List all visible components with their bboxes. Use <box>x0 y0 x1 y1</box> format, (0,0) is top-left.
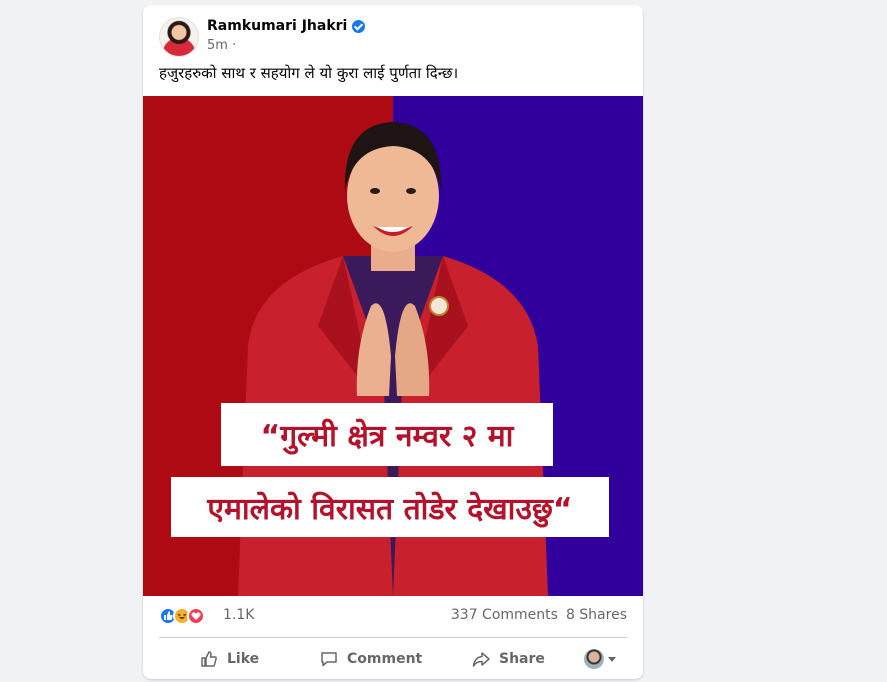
comment-icon <box>321 652 337 667</box>
reaction-audience-selector[interactable] <box>584 642 616 676</box>
post-caption: हजुरहरुको साथ र सहयोग ले यो कुरा लाई पुर… <box>159 64 459 82</box>
share-button[interactable]: Share <box>471 642 545 676</box>
thumbs-up-icon <box>201 651 217 667</box>
author-avatar[interactable] <box>159 17 199 57</box>
like-label: Like <box>227 651 260 667</box>
quote-line-2: एमालेको विरासत तोडेर देखाउछु“ <box>171 477 609 537</box>
post-header: Ramkumari Jhakri 5m · <box>159 17 627 59</box>
share-icon <box>472 652 490 667</box>
comment-label: Comment <box>347 651 423 667</box>
author-name-row: Ramkumari Jhakri <box>207 18 366 34</box>
post-stats: 1.1K 337 Comments 8 Shares <box>159 603 627 629</box>
love-icon <box>187 607 205 625</box>
author-name[interactable]: Ramkumari Jhakri <box>207 18 347 34</box>
comment-button[interactable]: Comment <box>319 642 422 676</box>
reaction-icons[interactable] <box>159 607 205 625</box>
divider <box>159 637 627 638</box>
post-time[interactable]: 5m · <box>207 38 236 53</box>
quote-line-1: “गुल्मी क्षेत्र नम्वर २ मा <box>221 403 553 466</box>
viewer-avatar <box>584 649 604 669</box>
shares-count[interactable]: 8 Shares <box>566 607 627 623</box>
comment-share-counts: 337 Comments 8 Shares <box>451 607 627 623</box>
post-image[interactable]: “गुल्मी क्षेत्र नम्वर २ मा एमालेको विरास… <box>143 96 643 596</box>
share-label: Share <box>499 651 545 667</box>
post-card: Ramkumari Jhakri 5m · हजुरहरुको साथ र सह… <box>143 5 643 679</box>
like-button[interactable]: Like <box>199 642 259 676</box>
verified-badge-icon <box>352 19 366 33</box>
chevron-down-icon <box>608 656 616 662</box>
post-actions: Like Comment Share <box>159 642 627 676</box>
comments-count[interactable]: 337 Comments <box>451 607 558 623</box>
reaction-count[interactable]: 1.1K <box>223 607 254 623</box>
